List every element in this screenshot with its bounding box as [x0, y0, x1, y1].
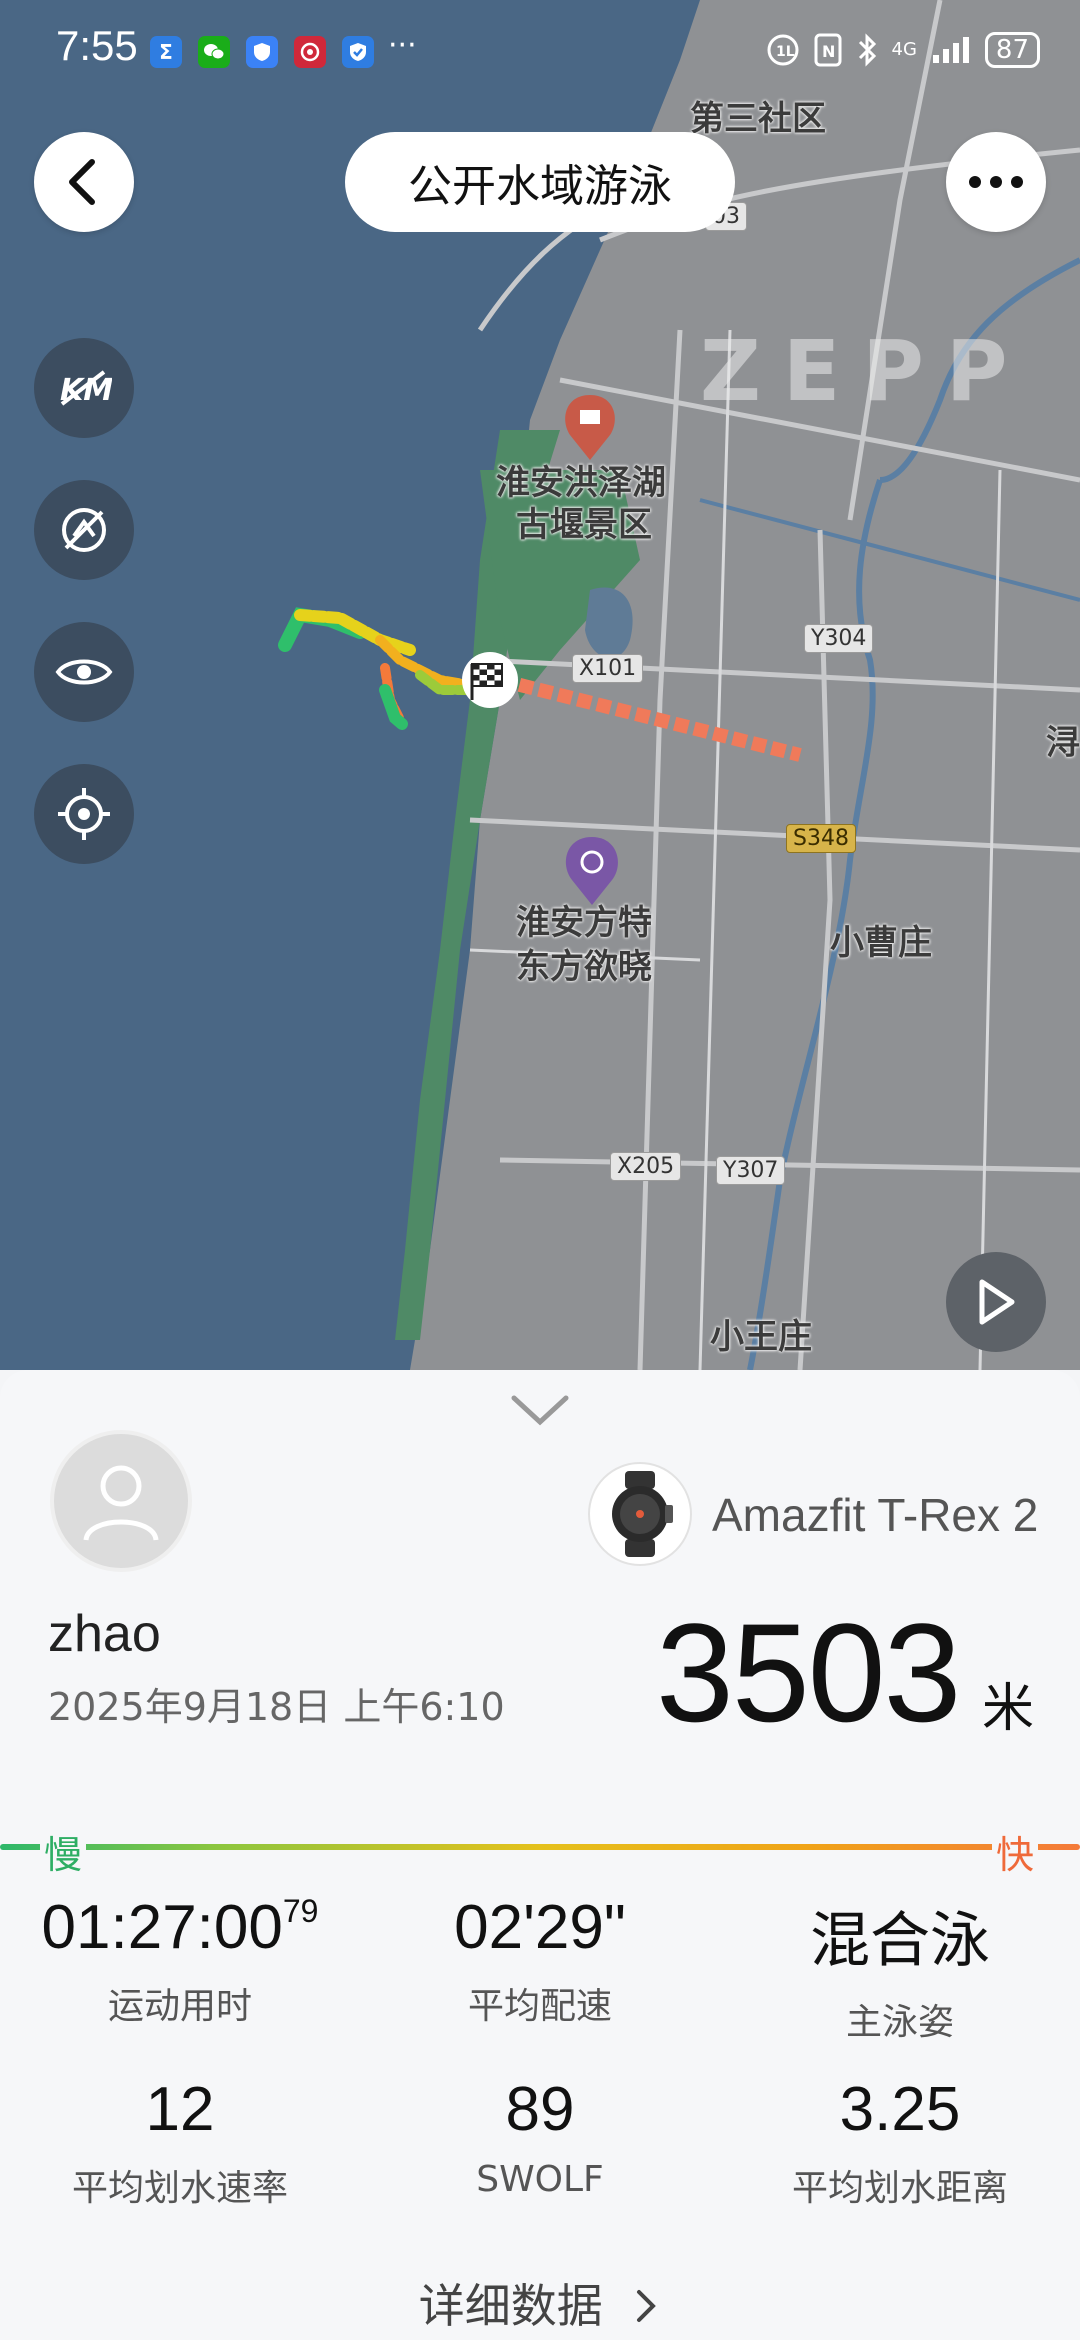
- workout-summary-panel: Amazfit T-Rex 2 zhao 2025年9月18日 上午6:10 3…: [0, 1370, 1080, 2340]
- map-label-scenic-1: 淮安洪泽湖: [496, 463, 666, 503]
- map-label-village-wang: 小王庄: [710, 1317, 812, 1357]
- map-label-poi-1: 淮安方特: [516, 903, 652, 943]
- status-time: 7:55: [56, 22, 138, 69]
- more-options-button[interactable]: [946, 132, 1046, 232]
- wechat-icon: [198, 36, 230, 68]
- shield-app-icon: [246, 36, 278, 68]
- speed-off-icon: [62, 508, 106, 552]
- user-icon: [83, 1465, 159, 1541]
- pace-legend: 慢 快: [0, 1810, 1080, 1879]
- pace-gradient-bar: [0, 1844, 1080, 1850]
- status-bar: 7:55 Σ ··· 1L N 4G 87: [0, 0, 1080, 100]
- road-badge-y304: Y304: [804, 624, 874, 653]
- stat-main-stroke: 混合泳 主泳姿: [720, 1892, 1080, 2045]
- signal-icon: [932, 37, 969, 63]
- stat-value-hundredths: 79: [282, 1893, 319, 1929]
- total-distance: 3503: [656, 1594, 961, 1751]
- map-label-district: 第三社区: [690, 99, 826, 139]
- stat-stroke-distance: 3.25 平均划水距离: [720, 2074, 1080, 2211]
- pace-fast-label: 快: [992, 1824, 1039, 1879]
- bluetooth-icon: [858, 33, 876, 67]
- map-label-village-cao: 小曹庄: [830, 923, 932, 963]
- stat-value: 混合泳: [810, 1906, 990, 1976]
- user-name: zhao: [48, 1605, 161, 1663]
- stat-stroke-rate: 12 平均划水速率: [0, 2074, 360, 2211]
- crosshair-icon: [58, 788, 110, 840]
- page-title: 公开水域游泳: [345, 132, 735, 232]
- network-type: 4G: [891, 39, 917, 60]
- target-app-icon: [294, 36, 326, 68]
- status-right-icons: 1L N 4G 87: [766, 32, 1040, 68]
- sigma-app-icon: Σ: [150, 36, 182, 68]
- km-marker-toggle-button[interactable]: KM: [34, 338, 134, 438]
- replay-button[interactable]: [946, 1252, 1046, 1352]
- chevron-right-icon: [637, 2290, 657, 2322]
- map-label-edge: 浔: [1046, 723, 1080, 763]
- stat-value: 89: [505, 2075, 575, 2144]
- chevron-left-icon: [69, 159, 95, 205]
- back-button[interactable]: [34, 132, 134, 232]
- stat-value: 3.25: [839, 2075, 961, 2144]
- stat-label: 主泳姿: [845, 2002, 954, 2043]
- device-name: Amazfit T-Rex 2: [712, 1489, 1039, 1541]
- eye-icon: [55, 659, 113, 685]
- pace-color-toggle-button[interactable]: [34, 480, 134, 580]
- collapse-panel-button[interactable]: [510, 1392, 570, 1432]
- detailed-data-link[interactable]: 详细数据: [0, 2270, 1080, 2336]
- battery-indicator: 87: [984, 32, 1040, 68]
- stat-value: 12: [145, 2075, 215, 2144]
- road-badge-x205: X205: [610, 1152, 682, 1181]
- stat-value: 01:27:0079: [41, 1893, 319, 1962]
- pace-slow-label: 慢: [40, 1824, 87, 1879]
- more-dots-icon: [969, 176, 1023, 188]
- stat-label: 平均配速: [467, 1986, 612, 2027]
- stat-label: 运动用时: [107, 1986, 252, 2027]
- chevron-down-icon: [511, 1395, 569, 1426]
- play-icon: [979, 1279, 1015, 1325]
- stat-avg-pace: 02'29" 平均配速: [360, 1892, 720, 2029]
- route-map[interactable]: ZEPP 第三社区 淮安洪泽湖 古堰景区 淮安方特 东方欲晓 小曹庄 小王庄 浔…: [0, 0, 1080, 1370]
- map-label-scenic-2: 古堰景区: [516, 505, 652, 545]
- stat-label: 平均划水距离: [791, 2168, 1008, 2209]
- stat-label: 平均划水速率: [71, 2168, 288, 2209]
- visibility-toggle-button[interactable]: [34, 622, 134, 722]
- svg-text:1L: 1L: [776, 44, 795, 60]
- finish-flag-icon: [462, 652, 518, 708]
- status-more-dots: ···: [388, 28, 417, 63]
- map-label-poi-2: 东方欲晓: [516, 947, 652, 987]
- nfc-icon: N: [814, 33, 841, 67]
- workout-datetime: 2025年9月18日 上午6:10: [48, 1685, 505, 1729]
- zepp-watermark: ZEPP: [700, 322, 1030, 420]
- device-watch-icon: [588, 1462, 692, 1566]
- km-off-icon: KM: [60, 370, 112, 408]
- stat-value: 02'29": [454, 1893, 626, 1962]
- avatar[interactable]: [50, 1430, 192, 1572]
- data-saver-icon: 1L: [767, 34, 798, 66]
- road-badge-y307: Y307: [716, 1156, 786, 1185]
- svg-text:N: N: [822, 42, 835, 61]
- stat-label: SWOLF: [476, 2159, 604, 2200]
- road-badge-s348: S348: [786, 824, 856, 853]
- road-badge-x101: X101: [572, 654, 644, 683]
- distance-unit: 米: [982, 1679, 1035, 1739]
- stat-duration: 01:27:0079 运动用时: [0, 1892, 360, 2029]
- stat-swolf: 89 SWOLF: [360, 2074, 720, 2200]
- locate-button[interactable]: [34, 764, 134, 864]
- detailed-data-label: 详细数据: [418, 2279, 603, 2333]
- security-check-icon: [342, 36, 374, 68]
- svg-text:KM: KM: [60, 373, 112, 408]
